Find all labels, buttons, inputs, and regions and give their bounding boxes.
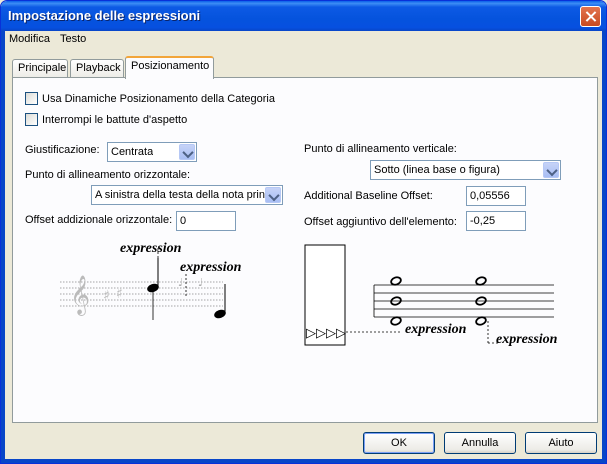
- tab-label: Playback: [76, 62, 121, 74]
- svg-text:♯: ♯: [116, 286, 123, 302]
- dialog-window: Impostazione delle espressioni Modifica …: [0, 0, 607, 464]
- triangle-markers-icon: ▷▷▷▷: [306, 326, 346, 341]
- title-bar[interactable]: Impostazione delle espressioni: [1, 1, 606, 31]
- close-icon[interactable]: [580, 6, 601, 27]
- interrupt-rests-label: Interrompi le battute d'aspetto: [42, 114, 188, 126]
- expression-text-mid: expression: [180, 260, 242, 275]
- justification-label: Giustificazione:: [25, 144, 100, 156]
- use-category-checkbox[interactable]: [25, 92, 38, 105]
- element-offset-label: Offset aggiuntivo dell'elemento:: [304, 216, 457, 228]
- tab-label: Posizionamento: [131, 60, 210, 72]
- window-border-right: [602, 31, 606, 463]
- chevron-down-icon[interactable]: [543, 162, 559, 178]
- hoffset-input[interactable]: 0: [176, 211, 236, 231]
- menu-testo[interactable]: Testo: [60, 33, 86, 45]
- cancel-button[interactable]: Annulla: [444, 432, 516, 454]
- menu-modifica[interactable]: Modifica: [9, 33, 50, 45]
- halign-label: Punto di allineamento orizzontale:: [25, 169, 191, 181]
- svg-text:♩: ♩: [198, 276, 203, 289]
- tab-label: Principale: [18, 62, 67, 74]
- ok-button[interactable]: OK: [363, 432, 435, 454]
- expression-text-below: expression: [496, 332, 558, 347]
- halign-select[interactable]: A sinistra della testa della nota princ: [91, 185, 283, 205]
- tab-panel: Usa Dinamiche Posizionamento della Categ…: [12, 77, 598, 423]
- svg-text:♩: ♩: [178, 276, 183, 289]
- vertical-alignment-illustration: ▷▷▷▷ expression expression: [304, 244, 558, 347]
- hoffset-label: Offset addizionale orizzontale:: [25, 214, 173, 226]
- window-border-bottom: [1, 459, 606, 463]
- justification-select[interactable]: Centrata: [107, 142, 197, 162]
- tab-playback[interactable]: Playback: [70, 59, 124, 78]
- valign-select[interactable]: Sotto (linea base o figura): [370, 160, 561, 180]
- tab-posizionamento[interactable]: Posizionamento: [125, 56, 214, 79]
- baseline-value: 0,05556: [470, 190, 510, 202]
- window-title: Impostazione delle espressioni: [8, 8, 201, 23]
- justification-value: Centrata: [111, 146, 154, 158]
- window-border-left: [1, 31, 5, 463]
- expression-text-baseline: expression: [405, 322, 467, 337]
- baseline-label: Additional Baseline Offset:: [304, 190, 433, 202]
- element-offset-value: -0,25: [470, 215, 496, 227]
- baseline-input[interactable]: 0,05556: [466, 186, 526, 206]
- valign-label: Punto di allineamento verticale:: [304, 143, 457, 155]
- valign-value: Sotto (linea base o figura): [374, 164, 500, 176]
- svg-text:♯: ♯: [103, 288, 110, 304]
- tab-principale[interactable]: Principale: [12, 59, 68, 78]
- use-category-label: Usa Dinamiche Posizionamento della Categ…: [42, 93, 275, 105]
- element-offset-input[interactable]: -0,25: [466, 211, 526, 231]
- hoffset-value: 0: [180, 215, 187, 227]
- halign-value: A sinistra della testa della nota princ: [95, 189, 265, 201]
- interrupt-rests-checkbox[interactable]: [25, 113, 38, 126]
- horizontal-alignment-illustration: 𝄞 ♯ ♯ ♩ ♩ expression expression: [60, 241, 242, 320]
- expression-text-top: expression: [120, 241, 182, 256]
- help-button[interactable]: Aiuto: [525, 432, 597, 454]
- chevron-down-icon[interactable]: [265, 187, 281, 203]
- menu-bar: Modifica Testo: [5, 31, 602, 48]
- chevron-down-icon[interactable]: [179, 144, 195, 160]
- treble-clef-icon: 𝄞: [70, 275, 90, 316]
